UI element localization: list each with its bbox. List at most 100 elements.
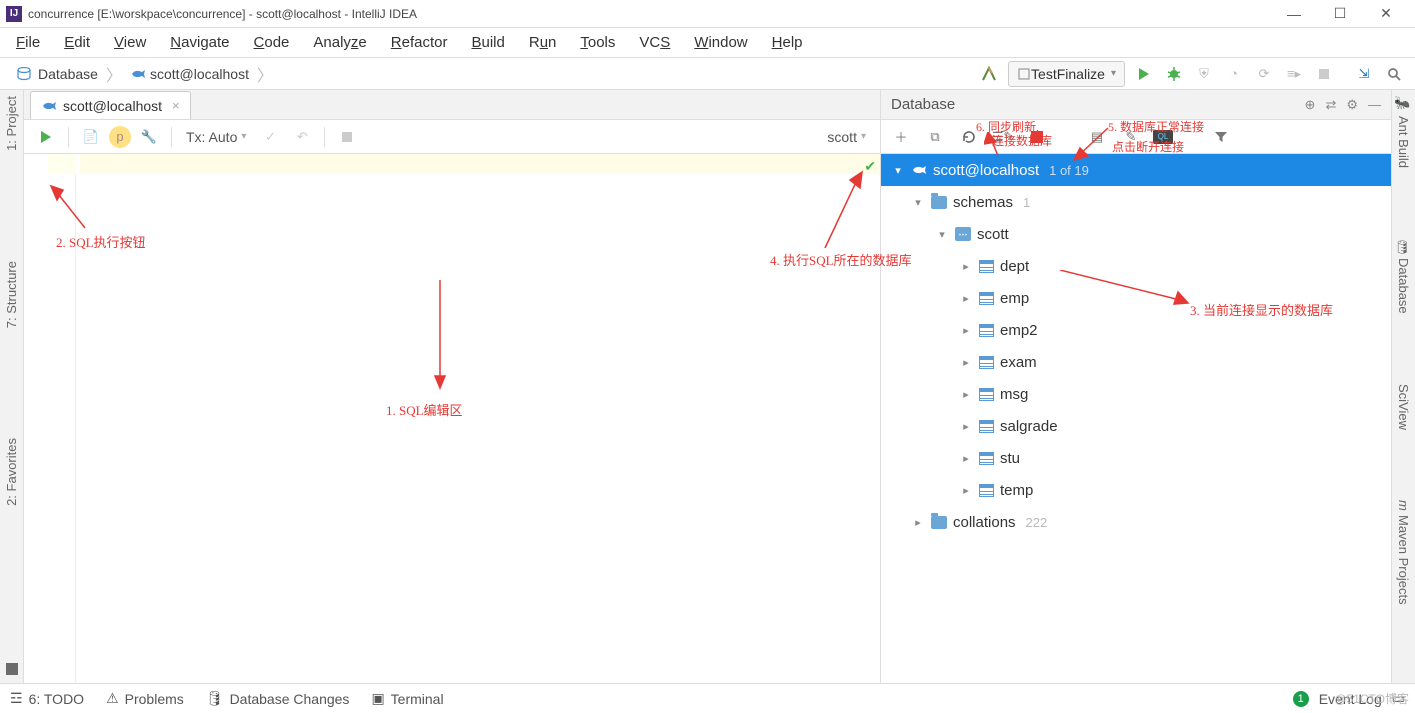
rail-ant[interactable]: 🐜 Ant Build: [1396, 96, 1411, 168]
rollback-button[interactable]: ↶: [288, 124, 316, 150]
debug-button[interactable]: [1159, 60, 1189, 88]
expand-icon[interactable]: ▸: [959, 420, 973, 433]
explain-plan-button[interactable]: 📄: [77, 124, 105, 150]
jump-to-console-button[interactable]: ▤: [1085, 125, 1109, 149]
in-editor-results-button[interactable]: p: [109, 126, 131, 148]
sql-editor[interactable]: ✔: [24, 154, 880, 683]
filter-button[interactable]: [1209, 125, 1233, 149]
execute-sql-button[interactable]: [32, 124, 60, 150]
expand-icon[interactable]: ▸: [959, 484, 973, 497]
menu-help[interactable]: Help: [760, 30, 815, 55]
duplicate-button[interactable]: ⧉: [923, 125, 947, 149]
rail-maven[interactable]: m Maven Projects: [1396, 500, 1411, 604]
expand-icon[interactable]: ▸: [959, 324, 973, 337]
menu-tools[interactable]: Tools: [568, 30, 627, 55]
menu-code[interactable]: Code: [242, 30, 302, 55]
breadcrumb-datasource[interactable]: scott@localhost: [120, 61, 259, 87]
tree-collations[interactable]: ▸ collations 222: [881, 506, 1391, 538]
tree-table[interactable]: ▸salgrade: [881, 410, 1391, 442]
run-button[interactable]: [1129, 60, 1159, 88]
new-button[interactable]: ＋: [889, 125, 913, 149]
datasource-properties-button[interactable]: ☰✎: [991, 125, 1015, 149]
tree-table[interactable]: ▸stu: [881, 442, 1391, 474]
rail-favorites[interactable]: 2: Favorites: [4, 438, 19, 506]
cancel-query-button[interactable]: [333, 124, 361, 150]
right-tool-rail: 🐜 Ant Build 🛢 Database SciView m Maven P…: [1391, 90, 1415, 683]
run-anything-button[interactable]: ≡▸: [1279, 60, 1309, 88]
expand-icon[interactable]: ▸: [911, 516, 925, 529]
menu-run[interactable]: Run: [517, 30, 569, 55]
status-todo[interactable]: ☲ 6: TODO: [10, 690, 84, 707]
tx-mode-selector[interactable]: Tx: Auto▾: [180, 129, 252, 145]
editor-tab-active[interactable]: scott@localhost ×: [30, 91, 191, 119]
menu-navigate[interactable]: Navigate: [158, 30, 241, 55]
rail-structure[interactable]: 7: Structure: [4, 261, 19, 328]
database-tool-window: Database ⊕ ⇄ — ＋ ⧉ ☰✎ ▤ ✎ QL ▾: [881, 90, 1391, 683]
expand-icon[interactable]: ▸: [959, 452, 973, 465]
tree-table[interactable]: ▸temp: [881, 474, 1391, 506]
expand-icon[interactable]: ▸: [959, 388, 973, 401]
disconnect-button[interactable]: [1025, 125, 1049, 149]
memory-indicator-icon[interactable]: ▭: [1392, 690, 1405, 707]
menu-view[interactable]: View: [102, 30, 158, 55]
tree-datasource[interactable]: ▾ scott@localhost 1 of 19: [881, 154, 1391, 186]
tree-table[interactable]: ▸emp: [881, 282, 1391, 314]
menu-vcs[interactable]: VCS: [627, 30, 682, 55]
folder-icon: [931, 196, 947, 209]
expand-icon[interactable]: ▾: [891, 164, 905, 177]
schema-selector[interactable]: scott▾: [827, 129, 872, 145]
profile-button[interactable]: ◔: [1219, 60, 1249, 88]
expand-icon[interactable]: ▾: [911, 196, 925, 209]
edit-data-button[interactable]: ✎: [1119, 125, 1143, 149]
minimize-button[interactable]: —: [1271, 0, 1317, 28]
status-eventlog[interactable]: Event Log: [1319, 691, 1382, 707]
menu-analyze[interactable]: Analyze: [301, 30, 378, 55]
run-config-selector[interactable]: TestFinalize ▾: [1008, 61, 1125, 87]
rail-sciview[interactable]: SciView: [1396, 384, 1411, 430]
tree-table[interactable]: ▸exam: [881, 346, 1391, 378]
build-project-button[interactable]: [974, 60, 1004, 88]
menu-window[interactable]: Window: [682, 30, 759, 55]
menu-file[interactable]: File: [4, 30, 52, 55]
status-terminal[interactable]: ▣ Terminal: [371, 690, 443, 707]
rail-project[interactable]: 1: Project: [4, 96, 19, 151]
update-project-button[interactable]: ⇲: [1349, 60, 1379, 88]
database-title: Database: [891, 96, 955, 113]
commit-button[interactable]: ✓: [256, 124, 284, 150]
refresh-button[interactable]: [957, 125, 981, 149]
table-icon: [979, 324, 994, 337]
split-icon[interactable]: ⇄: [1325, 97, 1336, 113]
menu-refactor[interactable]: Refactor: [379, 30, 460, 55]
tree-schema[interactable]: ▾ ⋯ scott: [881, 218, 1391, 250]
rail-bottom-icon[interactable]: [6, 663, 18, 675]
hide-button[interactable]: —: [1368, 97, 1381, 112]
expand-icon[interactable]: ▾: [935, 228, 949, 241]
expand-icon[interactable]: ▸: [959, 292, 973, 305]
expand-icon[interactable]: ▸: [959, 260, 973, 273]
breadcrumb-root[interactable]: Database: [6, 61, 108, 87]
stop-button[interactable]: [1309, 60, 1339, 88]
add-datasource-icon[interactable]: ⊕: [1305, 97, 1316, 113]
status-dbchanges[interactable]: 🛢 Database Changes: [206, 690, 350, 707]
coverage-button[interactable]: ⛨: [1189, 60, 1219, 88]
tree-table[interactable]: ▸msg: [881, 378, 1391, 410]
expand-icon[interactable]: ▸: [959, 356, 973, 369]
rail-database[interactable]: 🛢 Database: [1396, 238, 1411, 314]
menu-edit[interactable]: Edit: [52, 30, 102, 55]
close-button[interactable]: ✕: [1363, 0, 1409, 28]
menu-build[interactable]: Build: [459, 30, 516, 55]
search-everywhere-button[interactable]: [1379, 60, 1409, 88]
tree-table[interactable]: ▸dept: [881, 250, 1391, 282]
database-tree[interactable]: ▾ scott@localhost 1 of 19 ▾ schemas 1 ▾ …: [881, 154, 1391, 683]
tree-schemas[interactable]: ▾ schemas 1: [881, 186, 1391, 218]
maximize-button[interactable]: ☐: [1317, 0, 1363, 28]
tree-table[interactable]: ▸emp2: [881, 314, 1391, 346]
close-tab-icon[interactable]: ×: [172, 98, 180, 113]
gear-icon[interactable]: [1346, 97, 1358, 113]
table-icon: [979, 452, 994, 465]
dropdown-icon: ▾: [1111, 68, 1116, 79]
settings-button[interactable]: 🔧: [135, 124, 163, 150]
attach-button[interactable]: ⟳: [1249, 60, 1279, 88]
status-problems[interactable]: ⚠ Problems: [106, 690, 184, 707]
open-ddl-button[interactable]: QL: [1153, 130, 1173, 144]
